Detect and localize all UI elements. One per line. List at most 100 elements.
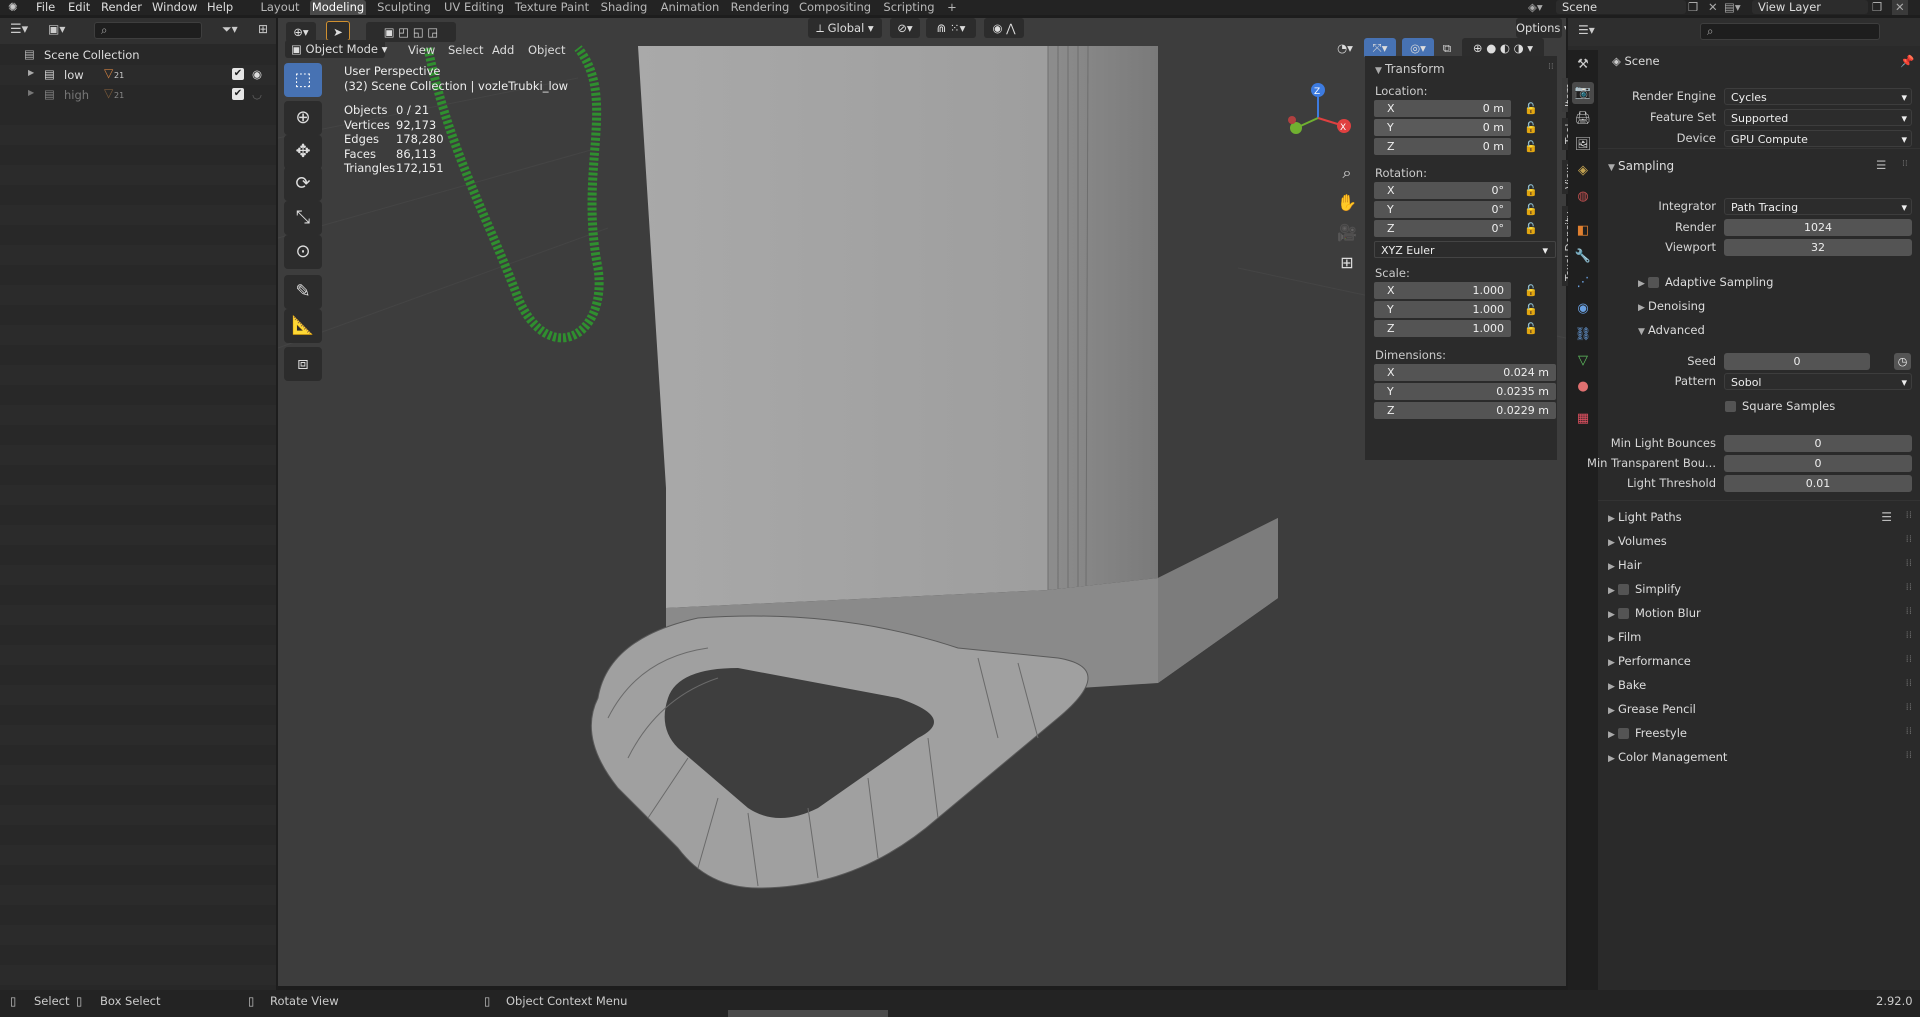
viewport-samples-field[interactable]: 32 bbox=[1724, 239, 1912, 256]
menu-help[interactable]: Help bbox=[207, 0, 233, 15]
tree-row-scene-collection[interactable]: ▤ Scene Collection bbox=[0, 45, 276, 65]
scale-y-field[interactable]: Y 1.000 bbox=[1374, 301, 1511, 318]
square-samples-checkbox[interactable] bbox=[1725, 401, 1736, 412]
performance-panel[interactable]: ▶ Performance ⁞⁞ bbox=[1608, 654, 1918, 668]
world-tab-icon[interactable]: ◍ bbox=[1572, 186, 1594, 208]
rotate-tool-icon[interactable]: ⟳ bbox=[284, 167, 322, 201]
tree-row-low[interactable]: ▶ ▤ low ▽ 21 ✔ ◉ bbox=[0, 65, 276, 85]
pan-hand-icon[interactable]: ✋ bbox=[1332, 188, 1362, 218]
scene-tab-icon[interactable]: ◈ bbox=[1572, 160, 1594, 182]
square-samples-option[interactable]: Square Samples bbox=[1725, 399, 1835, 413]
selection-mode-icons[interactable]: ▣ ◰ ◱ ◲ bbox=[366, 22, 456, 42]
sampling-panel-header[interactable]: ▼ Sampling bbox=[1608, 159, 1674, 173]
scale-z-field[interactable]: Z 1.000 bbox=[1374, 320, 1511, 337]
grease-pencil-panel[interactable]: ▶ Grease Pencil ⁞⁞ bbox=[1608, 702, 1918, 716]
view-layer-icon[interactable]: ▤▾ bbox=[1724, 0, 1741, 15]
render-engine-dropdown[interactable]: Cycles ▾ bbox=[1724, 88, 1912, 105]
xray-icon[interactable]: ⧉ bbox=[1438, 38, 1456, 58]
drag-handle-icon[interactable]: ⁞⁞ bbox=[1906, 702, 1912, 713]
animated-seed-clock-icon[interactable]: ◷ bbox=[1894, 353, 1911, 370]
drag-handle-icon[interactable]: ⁞⁞ bbox=[1906, 654, 1912, 665]
tab-uv-editing[interactable]: UV Editing bbox=[442, 0, 506, 15]
visibility-icon[interactable]: ◔▾ bbox=[1330, 38, 1360, 58]
tab-animation[interactable]: Animation bbox=[658, 0, 722, 15]
hair-panel[interactable]: ▶ Hair ⁞⁞ bbox=[1608, 558, 1918, 572]
texture-tab-icon[interactable]: ▦ bbox=[1572, 408, 1594, 430]
drag-handle-icon[interactable]: ⁞⁞ bbox=[1906, 726, 1912, 737]
freestyle-panel[interactable]: ▶ Freestyle ⁞⁞ bbox=[1608, 726, 1918, 740]
rotation-mode-dropdown[interactable]: XYZ Euler ▾ bbox=[1374, 241, 1556, 258]
output-tab-icon[interactable]: 🖨 bbox=[1572, 108, 1594, 130]
measure-tool-icon[interactable]: 📐 bbox=[284, 309, 322, 343]
pin-icon[interactable]: 📌 bbox=[1900, 54, 1914, 68]
adaptive-sampling-subpanel[interactable]: ▶ Adaptive Sampling bbox=[1638, 275, 1773, 289]
shading-modes[interactable]: ⊕ ● ◐ ◑ ▾ bbox=[1462, 38, 1544, 58]
presets-list-icon[interactable]: ☰ bbox=[1876, 158, 1886, 172]
tab-texture-paint[interactable]: Texture Paint bbox=[514, 0, 590, 15]
select-box-tool-icon[interactable]: ⬚ bbox=[284, 63, 322, 97]
denoising-subpanel[interactable]: ▶ Denoising bbox=[1638, 299, 1705, 313]
lock-icon[interactable]: 🔓 bbox=[1524, 121, 1538, 134]
editor-type-icon[interactable]: ☰▾ bbox=[1578, 23, 1595, 37]
menu-object[interactable]: Object bbox=[528, 43, 565, 57]
lock-icon[interactable]: 🔓 bbox=[1524, 102, 1538, 115]
rotation-z-field[interactable]: Z 0° bbox=[1374, 220, 1511, 237]
filter-icon[interactable]: ⏷▾ bbox=[222, 22, 238, 37]
exclude-checkbox[interactable]: ✔ bbox=[232, 68, 244, 80]
render-tab-icon[interactable]: 📷 bbox=[1572, 82, 1594, 104]
integrator-dropdown[interactable]: Path Tracing ▾ bbox=[1724, 198, 1912, 215]
menu-file[interactable]: File bbox=[36, 0, 55, 15]
editor-type-icon[interactable]: ⊕▾ bbox=[286, 22, 316, 42]
color-management-panel[interactable]: ▶ Color Management ⁞⁞ bbox=[1608, 750, 1918, 764]
annotate-tool-icon[interactable]: ✎ bbox=[284, 275, 322, 309]
display-mode-icon[interactable]: ▣▾ bbox=[48, 22, 65, 36]
scene-icon[interactable]: ◈▾ bbox=[1528, 0, 1543, 15]
adaptive-sampling-checkbox[interactable] bbox=[1648, 277, 1659, 288]
light-paths-panel[interactable]: ▶ Light Paths ☰ ⁞⁞ bbox=[1608, 510, 1918, 524]
render-samples-field[interactable]: 1024 bbox=[1724, 219, 1912, 236]
overlay-icon[interactable]: ◎▾ bbox=[1402, 38, 1434, 58]
editor-type-icon[interactable]: ☰▾ bbox=[10, 22, 28, 37]
cursor-tool-icon[interactable]: ⊕ bbox=[284, 101, 322, 135]
eye-icon[interactable]: ◉ bbox=[252, 67, 262, 81]
tab-layout[interactable]: Layout bbox=[258, 0, 302, 15]
drag-handle-icon[interactable]: ⁞⁞ bbox=[1906, 678, 1912, 689]
lock-icon[interactable]: 🔓 bbox=[1524, 284, 1538, 297]
menu-window[interactable]: Window bbox=[152, 0, 197, 15]
drag-handle-icon[interactable]: ⁞⁞ bbox=[1906, 534, 1912, 545]
lock-icon[interactable]: 🔓 bbox=[1524, 322, 1538, 335]
lock-icon[interactable]: 🔓 bbox=[1524, 184, 1538, 197]
drag-handle-icon[interactable]: ⁞⁞ bbox=[1906, 510, 1912, 521]
drag-handle-icon[interactable]: ⁞⁞ bbox=[1906, 558, 1912, 569]
add-cube-tool-icon[interactable]: ⧈ bbox=[284, 347, 322, 381]
drag-handle-icon[interactable]: ⁞⁞ bbox=[1902, 159, 1908, 169]
particles-tab-icon[interactable]: ⋰ bbox=[1572, 272, 1594, 294]
volumes-panel[interactable]: ▶ Volumes ⁞⁞ bbox=[1608, 534, 1918, 548]
zoom-icon[interactable]: ⌕ bbox=[1332, 158, 1362, 188]
scene-selector[interactable]: Scene bbox=[1556, 0, 1686, 14]
location-y-field[interactable]: Y 0 m bbox=[1374, 119, 1511, 136]
lock-icon[interactable]: 🔓 bbox=[1524, 140, 1538, 153]
eye-closed-icon[interactable]: ◡ bbox=[252, 87, 262, 101]
light-threshold-field[interactable]: 0.01 bbox=[1724, 475, 1912, 492]
transform-panel-header[interactable]: ▼ Transform bbox=[1375, 62, 1445, 76]
rotation-x-field[interactable]: X 0° bbox=[1374, 182, 1511, 199]
view-layer-selector[interactable]: View Layer bbox=[1752, 0, 1868, 14]
scale-x-field[interactable]: X 1.000 bbox=[1374, 282, 1511, 299]
options-dropdown[interactable]: Options ▾ bbox=[1516, 18, 1566, 38]
tree-row-high[interactable]: ▶ ▤ high ▽ 21 ✔ ◡ bbox=[0, 85, 276, 105]
physics-tab-icon[interactable]: ◉ bbox=[1572, 298, 1594, 320]
freestyle-checkbox[interactable] bbox=[1618, 728, 1629, 739]
pattern-dropdown[interactable]: Sobol ▾ bbox=[1724, 373, 1912, 390]
menu-select[interactable]: Select bbox=[448, 43, 483, 57]
menu-add[interactable]: Add bbox=[492, 43, 514, 57]
add-workspace-button[interactable]: + bbox=[944, 0, 960, 15]
film-panel[interactable]: ▶ Film ⁞⁞ bbox=[1608, 630, 1918, 644]
modifier-tab-icon[interactable]: 🔧 bbox=[1572, 246, 1594, 268]
exclude-checkbox[interactable]: ✔ bbox=[232, 88, 244, 100]
duplicate-scene-icon[interactable]: ❐ bbox=[1688, 0, 1698, 15]
simplify-panel[interactable]: ▶ Simplify ⁞⁞ bbox=[1608, 582, 1918, 596]
motion-blur-panel[interactable]: ▶ Motion Blur ⁞⁞ bbox=[1608, 606, 1918, 620]
data-tab-icon[interactable]: ▽ bbox=[1572, 350, 1594, 372]
navigation-gizmo[interactable]: Z X bbox=[1282, 78, 1354, 148]
